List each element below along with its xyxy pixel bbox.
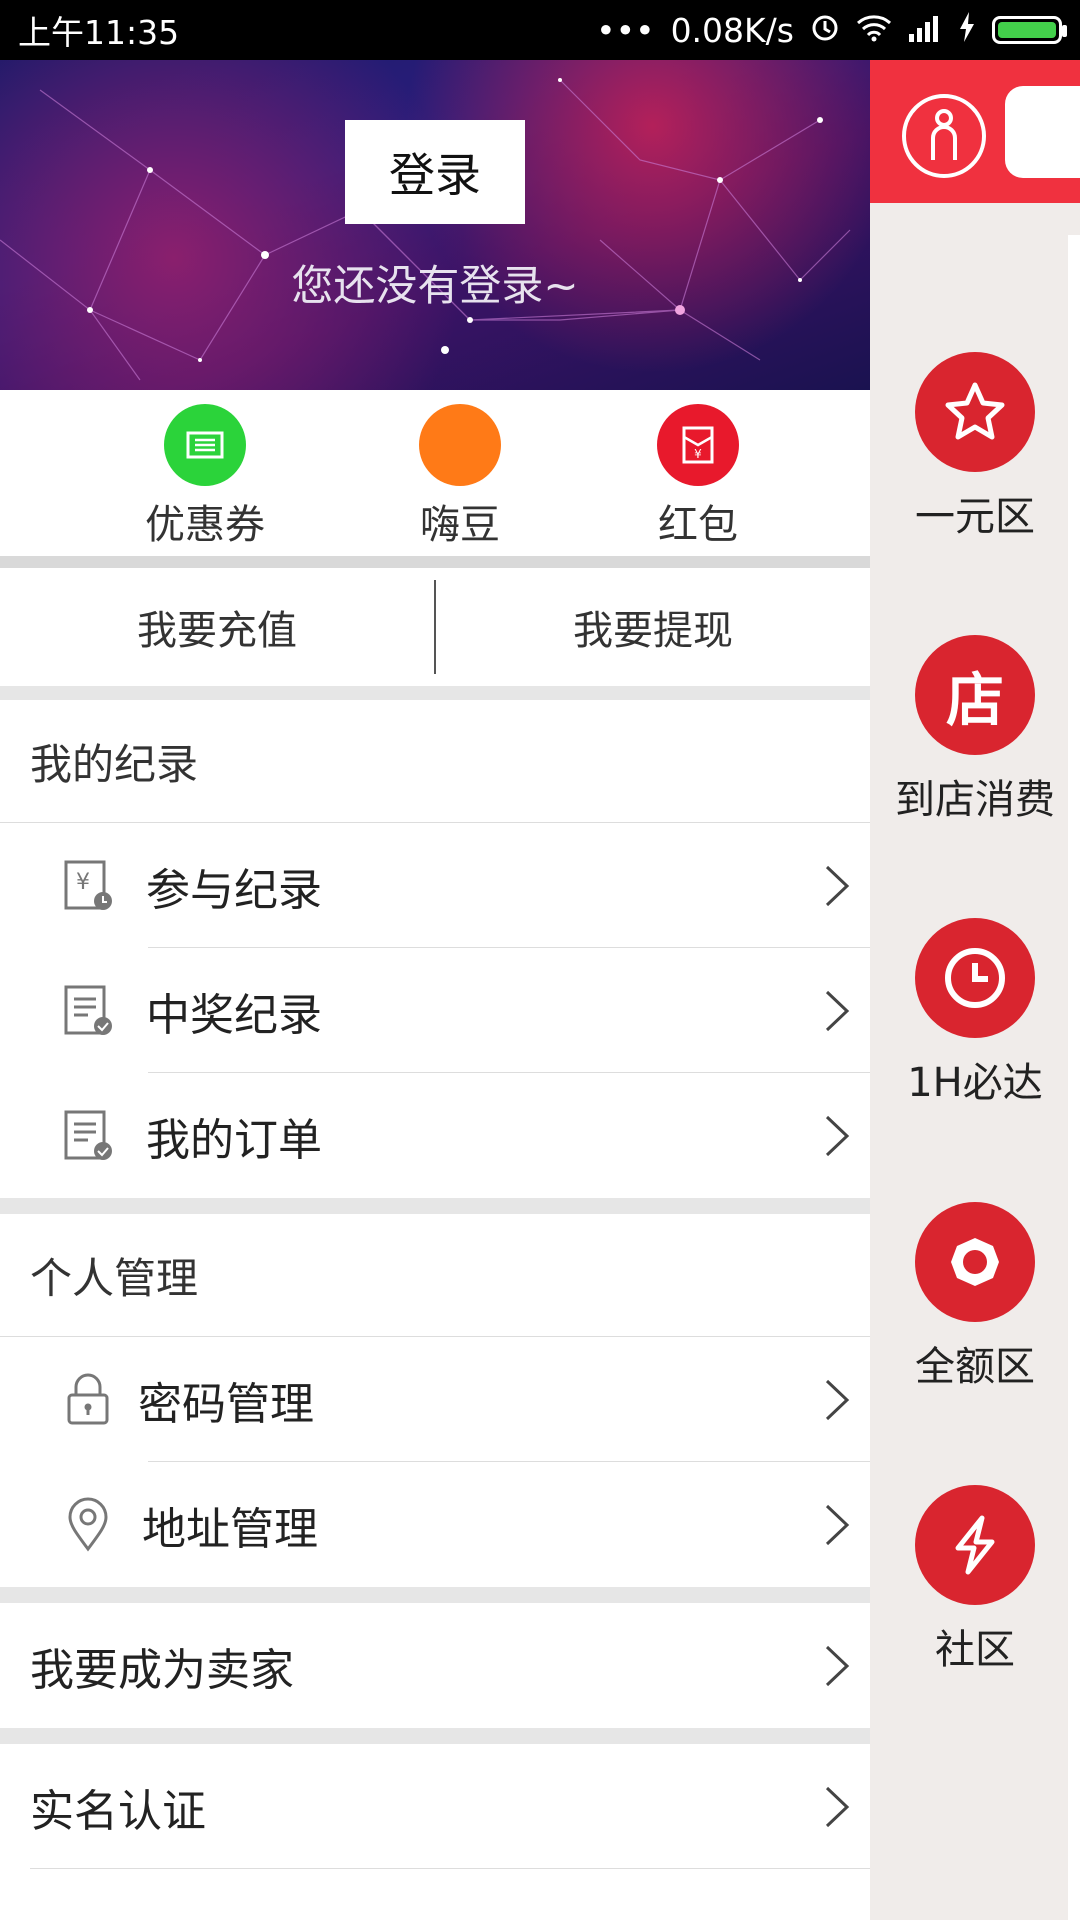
category-one-yuan[interactable]: 一元区 xyxy=(870,352,1080,542)
records-section-title: 我的纪录 xyxy=(0,700,870,823)
user-icon[interactable] xyxy=(902,94,986,178)
category-1h-delivery[interactable]: 1H必达 xyxy=(870,918,1080,1108)
row-divider xyxy=(30,1868,870,1869)
chevron-right-icon xyxy=(825,1379,850,1420)
more-dots-icon: ••• xyxy=(596,10,655,50)
network-background-image xyxy=(0,78,851,381)
category-label: 1H必达 xyxy=(907,1060,1043,1106)
charging-icon xyxy=(958,11,976,50)
battery-icon xyxy=(992,16,1067,44)
section-gap xyxy=(0,1587,870,1603)
category-store-consumption[interactable]: 店 到店消费 xyxy=(870,635,1080,825)
bean-icon xyxy=(419,404,501,486)
store-icon-glyph: 店 xyxy=(945,666,1004,734)
signal-icon xyxy=(908,11,942,50)
withdraw-button[interactable]: 我要提现 xyxy=(436,568,870,686)
category-label: 一元区 xyxy=(915,494,1035,540)
winning-record-item[interactable]: 中奖纪录 xyxy=(0,948,870,1073)
address-management-label: 地址管理 xyxy=(142,1503,318,1555)
recharge-button[interactable]: 我要充值 xyxy=(0,568,434,686)
category-full-amount[interactable]: 全额区 xyxy=(870,1202,1080,1392)
become-seller-item[interactable]: 我要成为卖家 xyxy=(0,1603,870,1728)
chevron-right-icon xyxy=(825,1504,850,1545)
address-management-item[interactable]: 地址管理 xyxy=(0,1462,870,1587)
red-packet-icon: ¥ xyxy=(657,404,739,486)
quick-access-bar: 优惠券 嗨豆 ¥ 红包 xyxy=(0,390,870,568)
store-icon: 店 xyxy=(915,635,1035,755)
participation-record-label: 参与纪录 xyxy=(146,864,322,916)
network-speed: 0.08K/s xyxy=(670,10,794,50)
my-order-item[interactable]: 我的订单 xyxy=(0,1073,870,1198)
real-name-verification-label: 实名认证 xyxy=(30,1785,206,1837)
svg-text:¥: ¥ xyxy=(694,447,702,461)
coupon-icon xyxy=(164,404,246,486)
coupon-button[interactable]: 优惠券 xyxy=(125,404,285,550)
chevron-right-icon xyxy=(825,990,850,1031)
personal-section-title: 个人管理 xyxy=(0,1214,870,1337)
order-icon xyxy=(58,1106,118,1166)
chevron-right-icon xyxy=(825,1786,850,1827)
main-page-peek: 一元区 店 到店消费 1H必达 全额区 社区 xyxy=(870,60,1080,1920)
real-name-verification-item[interactable]: 实名认证 xyxy=(0,1744,870,1869)
main-header xyxy=(870,60,1080,203)
clock-icon xyxy=(915,918,1035,1038)
chevron-right-icon xyxy=(825,1115,850,1156)
participation-record-item[interactable]: ¥ 参与纪录 xyxy=(0,823,870,948)
category-label: 社区 xyxy=(935,1627,1015,1673)
coupon-label: 优惠券 xyxy=(145,502,265,548)
winning-record-icon xyxy=(58,981,118,1041)
star-icon xyxy=(915,352,1035,472)
winning-record-label: 中奖纪录 xyxy=(146,989,322,1041)
chevron-right-icon xyxy=(825,865,850,906)
category-label: 全额区 xyxy=(915,1344,1035,1390)
side-drawer: 登录 您还没有登录~ 优惠券 嗨豆 ¥ 红包 我要充值 我要提现 我的纪录 ¥ xyxy=(0,60,870,1920)
chevron-right-icon xyxy=(825,1645,850,1686)
login-hint-text: 您还没有登录~ xyxy=(291,261,579,310)
login-button[interactable]: 登录 xyxy=(345,120,525,224)
full-amount-icon xyxy=(915,1202,1035,1322)
wifi-icon xyxy=(856,11,892,50)
red-packet-button[interactable]: ¥ 红包 xyxy=(618,404,778,550)
bean-button[interactable]: 嗨豆 xyxy=(380,404,540,550)
red-packet-label: 红包 xyxy=(658,502,738,548)
wallet-actions: 我要充值 我要提现 xyxy=(0,568,870,700)
category-community[interactable]: 社区 xyxy=(870,1485,1080,1675)
profile-header: 登录 您还没有登录~ xyxy=(0,60,870,390)
password-management-item[interactable]: 密码管理 xyxy=(0,1337,870,1462)
alarm-icon xyxy=(810,11,840,50)
lock-icon xyxy=(58,1370,118,1430)
search-box[interactable] xyxy=(1005,86,1080,178)
status-time: 上午11:35 xyxy=(18,13,180,52)
location-pin-icon xyxy=(58,1495,118,1555)
bean-label: 嗨豆 xyxy=(420,502,500,548)
category-label: 到店消费 xyxy=(895,777,1055,823)
lightning-icon xyxy=(915,1485,1035,1605)
my-order-label: 我的订单 xyxy=(146,1114,322,1166)
status-bar: 上午11:35 ••• 0.08K/s xyxy=(0,0,1080,60)
participation-record-icon: ¥ xyxy=(58,856,118,916)
become-seller-label: 我要成为卖家 xyxy=(30,1644,294,1696)
section-gap xyxy=(0,1198,870,1214)
section-gap xyxy=(0,1728,870,1744)
password-management-label: 密码管理 xyxy=(138,1378,314,1430)
svg-text:¥: ¥ xyxy=(76,870,90,895)
